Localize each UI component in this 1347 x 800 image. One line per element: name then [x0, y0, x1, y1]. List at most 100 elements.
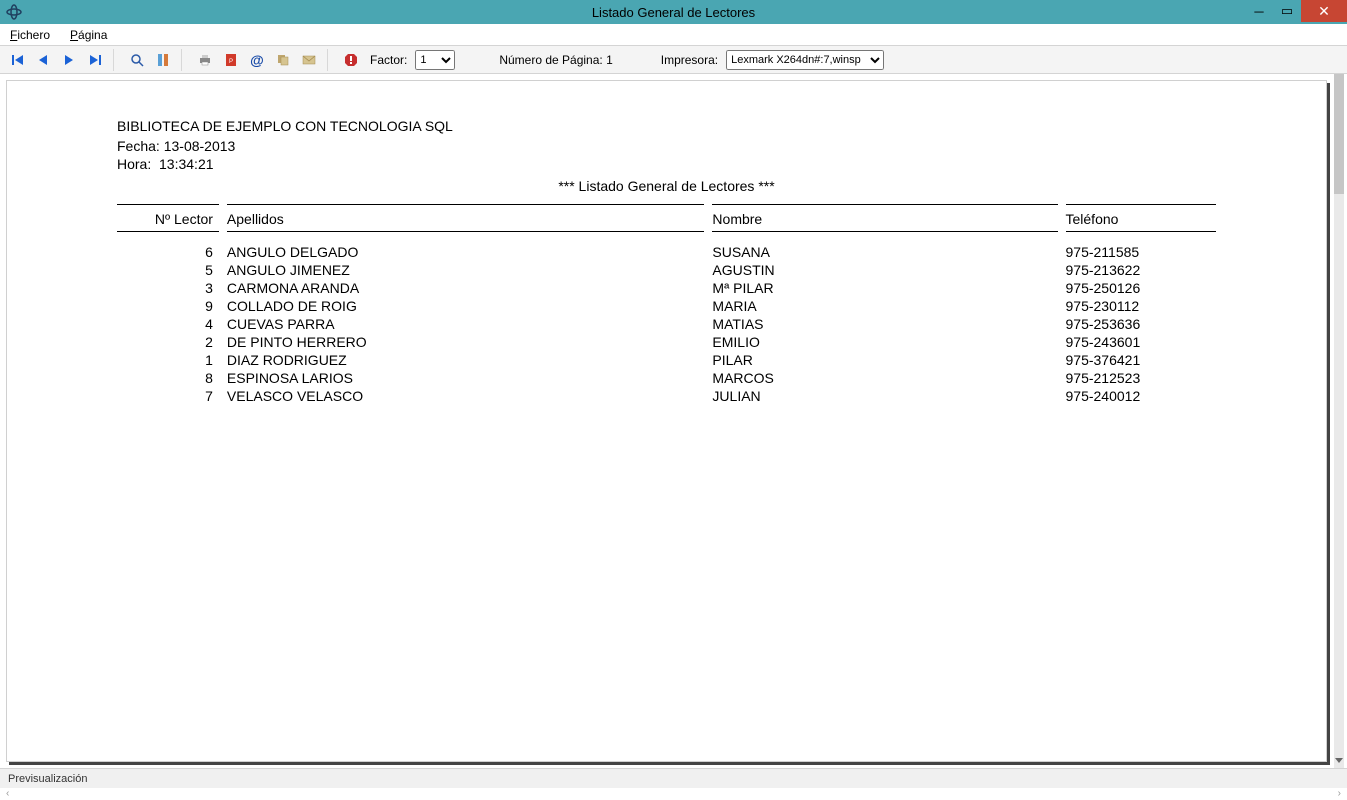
cell-num: 1: [117, 351, 223, 369]
report-library-name: BIBLIOTECA DE EJEMPLO CON TECNOLOGIA SQL: [117, 117, 1216, 135]
copy-button[interactable]: [272, 49, 294, 71]
minimize-button[interactable]: ─: [1245, 0, 1273, 22]
page-number-label: Número de Página: 1: [495, 53, 616, 67]
svg-text:P: P: [229, 59, 233, 65]
cell-num: 2: [117, 333, 223, 351]
col-header-nombre: Nombre: [708, 204, 1061, 231]
cell-nombre: AGUSTIN: [708, 261, 1061, 279]
cell-num: 7: [117, 387, 223, 405]
menu-pagina[interactable]: Página: [66, 26, 111, 44]
report-date: Fecha: 13-08-2013: [117, 137, 1216, 155]
table-row: 1DIAZ RODRIGUEZPILAR975-376421: [117, 351, 1216, 369]
cell-apellidos: CUEVAS PARRA: [223, 315, 709, 333]
cell-nombre: EMILIO: [708, 333, 1061, 351]
nav-prev-button[interactable]: [32, 49, 54, 71]
cell-num: 6: [117, 231, 223, 261]
cell-telefono: 975-211585: [1062, 231, 1217, 261]
cell-telefono: 975-243601: [1062, 333, 1217, 351]
separator: [181, 49, 187, 71]
cell-nombre: Mª PILAR: [708, 279, 1061, 297]
envelope-icon: [302, 53, 316, 67]
cell-apellidos: VELASCO VELASCO: [223, 387, 709, 405]
maximize-button[interactable]: ▭: [1273, 0, 1301, 22]
table-row: 9COLLADO DE ROIGMARIA975-230112: [117, 297, 1216, 315]
cell-telefono: 975-253636: [1062, 315, 1217, 333]
vertical-scrollbar-thumb[interactable]: [1334, 74, 1344, 194]
hscroll-right-icon[interactable]: ›: [1338, 788, 1341, 800]
hscroll-left-icon[interactable]: ‹: [6, 788, 9, 800]
table-row: 3CARMONA ARANDAMª PILAR975-250126: [117, 279, 1216, 297]
pdf-button[interactable]: P: [220, 49, 242, 71]
separator: [113, 49, 119, 71]
table-row: 2DE PINTO HERREROEMILIO975-243601: [117, 333, 1216, 351]
cell-nombre: JULIAN: [708, 387, 1061, 405]
menu-fichero[interactable]: Fichero: [6, 26, 54, 44]
cell-apellidos: ESPINOSA LARIOS: [223, 369, 709, 387]
cell-apellidos: ANGULO DELGADO: [223, 231, 709, 261]
cell-apellidos: DE PINTO HERRERO: [223, 333, 709, 351]
separator: [327, 49, 333, 71]
menubar: Fichero Página: [0, 24, 1347, 46]
email-button[interactable]: @: [246, 49, 268, 71]
columns-button[interactable]: [152, 49, 174, 71]
at-icon: @: [250, 52, 264, 68]
report-title: *** Listado General de Lectores ***: [117, 178, 1216, 194]
cell-nombre: MARCOS: [708, 369, 1061, 387]
cell-nombre: MATIAS: [708, 315, 1061, 333]
cell-num: 5: [117, 261, 223, 279]
mail-button[interactable]: [298, 49, 320, 71]
stop-button[interactable]: [340, 49, 362, 71]
cell-nombre: SUSANA: [708, 231, 1061, 261]
report-time: Hora: 13:34:21: [117, 155, 1216, 173]
cell-telefono: 975-250126: [1062, 279, 1217, 297]
zoom-button[interactable]: [126, 49, 148, 71]
statusbar: Previsualización: [0, 768, 1347, 788]
stop-icon: [344, 53, 358, 67]
vertical-scrollbar-down[interactable]: [1334, 752, 1344, 768]
factor-select[interactable]: 1: [415, 50, 455, 70]
cell-telefono: 975-240012: [1062, 387, 1217, 405]
nav-last-button[interactable]: [84, 49, 106, 71]
pdf-icon: P: [224, 53, 238, 67]
printer-select[interactable]: Lexmark X264dn#:7,winsp: [726, 50, 884, 70]
table-row: 5ANGULO JIMENEZAGUSTIN975-213622: [117, 261, 1216, 279]
table-row: 6ANGULO DELGADOSUSANA975-211585: [117, 231, 1216, 261]
report-page: BIBLIOTECA DE EJEMPLO CON TECNOLOGIA SQL…: [6, 80, 1327, 762]
app-icon: [6, 4, 22, 20]
cell-telefono: 975-212523: [1062, 369, 1217, 387]
magnifier-icon: [130, 53, 144, 67]
factor-label: Factor:: [366, 53, 411, 67]
col-header-num: Nº Lector: [117, 204, 223, 231]
nav-next-button[interactable]: [58, 49, 80, 71]
cell-nombre: PILAR: [708, 351, 1061, 369]
horizontal-scroll-hint: ‹ ›: [0, 788, 1347, 800]
table-row: 7VELASCO VELASCOJULIAN975-240012: [117, 387, 1216, 405]
cell-num: 8: [117, 369, 223, 387]
printer-label: Impresora:: [657, 53, 722, 67]
titlebar: Listado General de Lectores ─ ▭ ✕: [0, 0, 1347, 24]
cell-num: 3: [117, 279, 223, 297]
cell-num: 4: [117, 315, 223, 333]
close-button[interactable]: ✕: [1301, 0, 1347, 22]
window-title: Listado General de Lectores: [592, 5, 755, 20]
table-row: 4CUEVAS PARRAMATIAS975-253636: [117, 315, 1216, 333]
status-text: Previsualización: [8, 773, 87, 785]
columns-icon: [156, 53, 170, 67]
cell-telefono: 975-230112: [1062, 297, 1217, 315]
col-header-telefono: Teléfono: [1062, 204, 1217, 231]
cell-telefono: 975-376421: [1062, 351, 1217, 369]
printer-icon: [198, 53, 212, 67]
print-button[interactable]: [194, 49, 216, 71]
readers-table: Nº Lector Apellidos Nombre Teléfono 6ANG…: [117, 204, 1216, 405]
copy-icon: [276, 53, 290, 67]
cell-apellidos: ANGULO JIMENEZ: [223, 261, 709, 279]
table-row: 8ESPINOSA LARIOSMARCOS975-212523: [117, 369, 1216, 387]
cell-num: 9: [117, 297, 223, 315]
nav-first-button[interactable]: [6, 49, 28, 71]
window-controls: ─ ▭ ✕: [1245, 0, 1347, 24]
col-header-apellidos: Apellidos: [223, 204, 709, 231]
toolbar: P @ Factor: 1 Número de Página: 1 Impres…: [0, 46, 1347, 74]
cell-apellidos: DIAZ RODRIGUEZ: [223, 351, 709, 369]
cell-telefono: 975-213622: [1062, 261, 1217, 279]
cell-apellidos: CARMONA ARANDA: [223, 279, 709, 297]
